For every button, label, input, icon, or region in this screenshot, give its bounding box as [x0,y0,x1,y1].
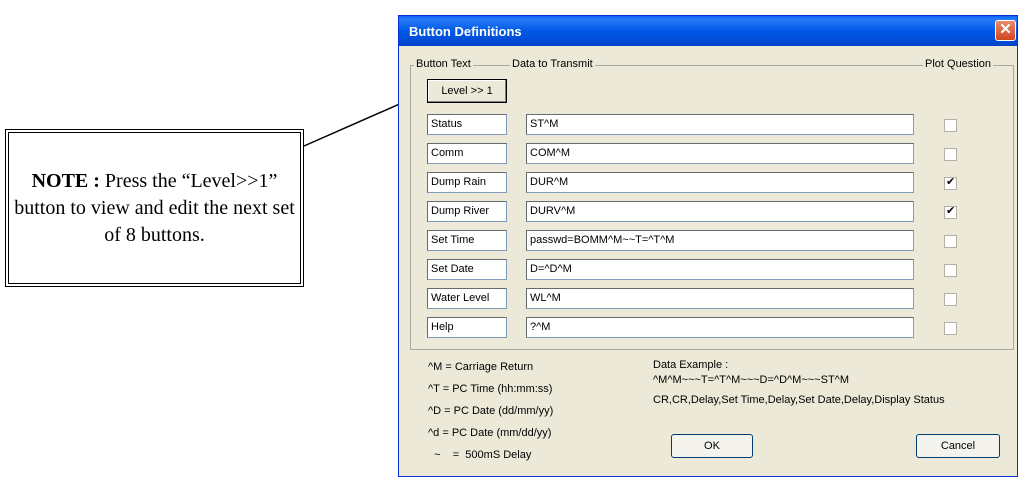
definition-row: Help ?^M [399,317,1017,339]
data-to-transmit-field[interactable]: COM^M [526,143,914,164]
plot-question-checkbox[interactable] [944,204,957,219]
note-bold-label: NOTE : [31,169,100,192]
legend-note: ^d = PC Date (mm/dd/yy) [428,427,552,439]
data-to-transmit-field[interactable]: WL^M [526,288,914,309]
definition-row: Set Time passwd=BOMM^M~~T=^T^M [399,230,1017,252]
plot-question-checkbox[interactable] [944,322,957,335]
cancel-button[interactable]: Cancel [916,434,1000,458]
legend-note: ^T = PC Time (hh:mm:ss) [428,383,553,395]
button-text-field[interactable]: Set Date [427,259,507,280]
header-plot-question: Plot Question [923,58,994,70]
legend-note: ^M = Carriage Return [428,361,534,373]
button-text-field[interactable]: Help [427,317,507,338]
plot-question-checkbox[interactable] [944,148,957,161]
plot-question-checkbox[interactable] [944,264,957,277]
data-to-transmit-field[interactable]: ?^M [526,317,914,338]
ok-button[interactable]: OK [671,434,753,458]
close-button[interactable]: ✕ [995,20,1016,41]
data-to-transmit-field[interactable]: passwd=BOMM^M~~T=^T^M [526,230,914,251]
note-callout: NOTE : Press the “Level>>1” button to vi… [5,129,304,287]
definition-row: Comm COM^M [399,143,1017,165]
plot-question-checkbox[interactable] [944,119,957,132]
button-text-field[interactable]: Set Time [427,230,507,251]
definition-row: Status ST^M [399,114,1017,136]
example-description: CR,CR,Delay,Set Time,Delay,Set Date,Dela… [653,394,945,406]
button-text-field[interactable]: Water Level [427,288,507,309]
dialog-title: Button Definitions [409,24,522,39]
data-to-transmit-field[interactable]: DURV^M [526,201,914,222]
button-text-field[interactable]: Status [427,114,507,135]
button-text-field[interactable]: Dump Rain [427,172,507,193]
data-example: Data Example : ^M^M~~~T=^T^M~~~D=^D^M~~~… [653,358,945,408]
example-value: ^M^M~~~T=^T^M~~~D=^D^M~~~ST^M [653,374,849,386]
note-text: NOTE : Press the “Level>>1” button to vi… [9,168,300,249]
data-to-transmit-field[interactable]: D=^D^M [526,259,914,280]
button-text-field[interactable]: Dump River [427,201,507,222]
legend-notes: ^M = Carriage Return ^T = PC Time (hh:mm… [428,356,553,466]
plot-question-checkbox[interactable] [944,235,957,248]
plot-question-checkbox[interactable] [944,293,957,306]
title-bar[interactable]: Button Definitions ✕ [399,16,1017,46]
definition-row: Set Date D=^D^M [399,259,1017,281]
button-text-field[interactable]: Comm [427,143,507,164]
level-button[interactable]: Level >> 1 [427,79,507,103]
definition-row: Dump River DURV^M [399,201,1017,223]
definition-row: Dump Rain DUR^M [399,172,1017,194]
definition-row: Water Level WL^M [399,288,1017,310]
button-definitions-dialog: Button Definitions ✕ Button Text Data to… [398,15,1018,477]
data-to-transmit-field[interactable]: DUR^M [526,172,914,193]
plot-question-checkbox[interactable] [944,175,957,190]
legend-note: ^D = PC Date (dd/mm/yy) [428,405,554,417]
data-to-transmit-field[interactable]: ST^M [526,114,914,135]
legend-note: ~ = 500mS Delay [428,449,532,461]
header-button-text: Button Text [414,58,473,70]
close-icon: ✕ [999,21,1012,38]
header-data-to-transmit: Data to Transmit [510,58,595,70]
example-label: Data Example : [653,359,729,371]
